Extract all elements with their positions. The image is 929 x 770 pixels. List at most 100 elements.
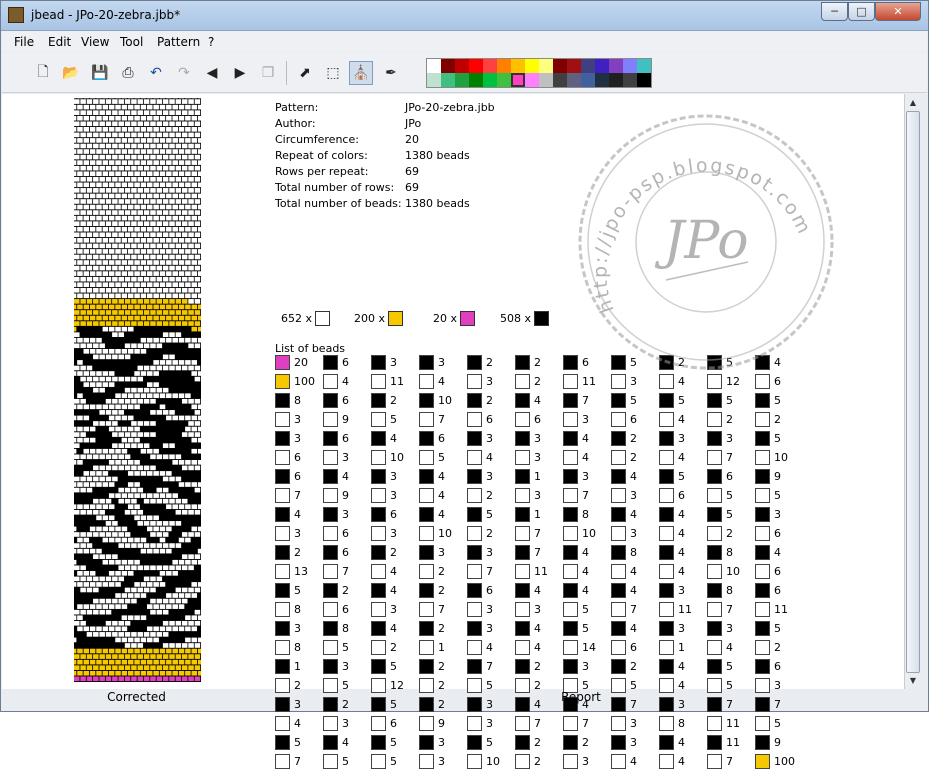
bead-cell[interactable]: [87, 610, 93, 615]
bead-cell[interactable]: [99, 565, 105, 570]
bead-cell[interactable]: [179, 649, 185, 654]
bead-cell[interactable]: [128, 582, 134, 587]
bead-cell[interactable]: [109, 116, 115, 121]
bead-cell[interactable]: [176, 155, 182, 160]
bead-cell[interactable]: [93, 399, 99, 404]
bead-cell[interactable]: [138, 432, 144, 437]
bead-cell[interactable]: [80, 144, 86, 149]
bead-cell[interactable]: [179, 227, 185, 232]
bead-cell[interactable]: [147, 571, 153, 576]
bead-cell[interactable]: [90, 460, 96, 465]
bead-cell[interactable]: [176, 232, 182, 237]
bead-cell[interactable]: [179, 482, 185, 487]
bead-cell[interactable]: [150, 388, 156, 393]
bead-cell[interactable]: [134, 160, 140, 165]
bead-cell[interactable]: [195, 610, 201, 615]
bead-cell[interactable]: [185, 171, 191, 176]
bead-cell[interactable]: [125, 99, 131, 104]
bead-cell[interactable]: [125, 177, 131, 182]
bead-cell[interactable]: [106, 443, 112, 448]
bead-cell[interactable]: [169, 488, 175, 493]
bead-cell[interactable]: [141, 271, 147, 276]
bead-cell[interactable]: [160, 382, 166, 387]
bead-cell[interactable]: [84, 149, 90, 154]
bead-cell[interactable]: [153, 316, 159, 321]
bead-cell[interactable]: [134, 449, 140, 454]
bead-cell[interactable]: [141, 516, 147, 521]
bead-cell[interactable]: [118, 554, 124, 559]
bead-cell[interactable]: [118, 510, 124, 515]
bead-cell[interactable]: [150, 299, 156, 304]
bead-cell[interactable]: [103, 227, 109, 232]
bead-cell[interactable]: [118, 288, 124, 293]
bead-cell[interactable]: [144, 332, 150, 337]
bead-cell[interactable]: [115, 183, 121, 188]
bead-cell[interactable]: [160, 449, 166, 454]
bead-cell[interactable]: [109, 493, 115, 498]
bead-cell[interactable]: [99, 488, 105, 493]
bead-cell[interactable]: [74, 105, 76, 110]
bead-cell[interactable]: [179, 105, 185, 110]
bead-cell[interactable]: [188, 399, 194, 404]
bead-cell[interactable]: [112, 133, 118, 138]
bead-cell[interactable]: [131, 288, 137, 293]
bead-cell[interactable]: [106, 110, 112, 115]
bead-cell[interactable]: [99, 410, 105, 415]
bead-cell[interactable]: [96, 349, 102, 354]
bead-cell[interactable]: [77, 660, 83, 665]
bead-cell[interactable]: [93, 421, 99, 426]
bead-cell[interactable]: [90, 105, 96, 110]
bead-cell[interactable]: [169, 554, 175, 559]
bead-cell[interactable]: [87, 255, 93, 260]
bead-cell[interactable]: [153, 671, 159, 676]
bead-cell[interactable]: [163, 665, 169, 670]
bead-cell[interactable]: [128, 282, 134, 287]
bead-cell[interactable]: [150, 210, 156, 215]
bead-cell[interactable]: [172, 160, 178, 165]
bead-cell[interactable]: [115, 460, 121, 465]
bead-cell[interactable]: [147, 338, 153, 343]
bead-cell[interactable]: [188, 665, 194, 670]
bead-cell[interactable]: [141, 560, 147, 565]
bead-cell[interactable]: [99, 665, 105, 670]
bead-cell[interactable]: [122, 294, 128, 299]
bead-cell[interactable]: [103, 571, 109, 576]
bead-cell[interactable]: [188, 477, 194, 482]
bead-cell[interactable]: [122, 460, 128, 465]
bead-cell[interactable]: [169, 421, 175, 426]
bead-cell[interactable]: [191, 493, 197, 498]
bead-cell[interactable]: [172, 504, 178, 509]
bead-cell[interactable]: [93, 488, 99, 493]
bead-cell[interactable]: [191, 460, 197, 465]
bead-cell[interactable]: [93, 388, 99, 393]
bead-cell[interactable]: [166, 638, 172, 643]
bead-cell[interactable]: [153, 538, 159, 543]
bead-cell[interactable]: [74, 643, 80, 648]
palette-swatch[interactable]: [427, 59, 441, 73]
bead-cell[interactable]: [112, 144, 118, 149]
bead-cell[interactable]: [74, 615, 76, 620]
bead-cell[interactable]: [112, 510, 118, 515]
bead-cell[interactable]: [118, 377, 124, 382]
bead-cell[interactable]: [74, 443, 80, 448]
bead-cell[interactable]: [131, 621, 137, 626]
bead-cell[interactable]: [109, 504, 115, 509]
bead-cell[interactable]: [128, 238, 134, 243]
bead-cell[interactable]: [150, 366, 156, 371]
bead-cell[interactable]: [122, 482, 128, 487]
bead-cell[interactable]: [77, 205, 83, 210]
bead-cell[interactable]: [169, 177, 175, 182]
bead-cell[interactable]: [84, 615, 90, 620]
bead-cell[interactable]: [128, 105, 134, 110]
bead-cell[interactable]: [118, 521, 124, 526]
bead-cell[interactable]: [182, 521, 188, 526]
bead-cell[interactable]: [84, 438, 90, 443]
bead-cell[interactable]: [115, 338, 121, 343]
bead-cell[interactable]: [115, 393, 121, 398]
bead-cell[interactable]: [163, 277, 169, 282]
bead-cell[interactable]: [106, 588, 112, 593]
bead-cell[interactable]: [131, 665, 137, 670]
bead-cell[interactable]: [106, 510, 112, 515]
bead-cell[interactable]: [93, 610, 99, 615]
bead-cell[interactable]: [188, 166, 194, 171]
